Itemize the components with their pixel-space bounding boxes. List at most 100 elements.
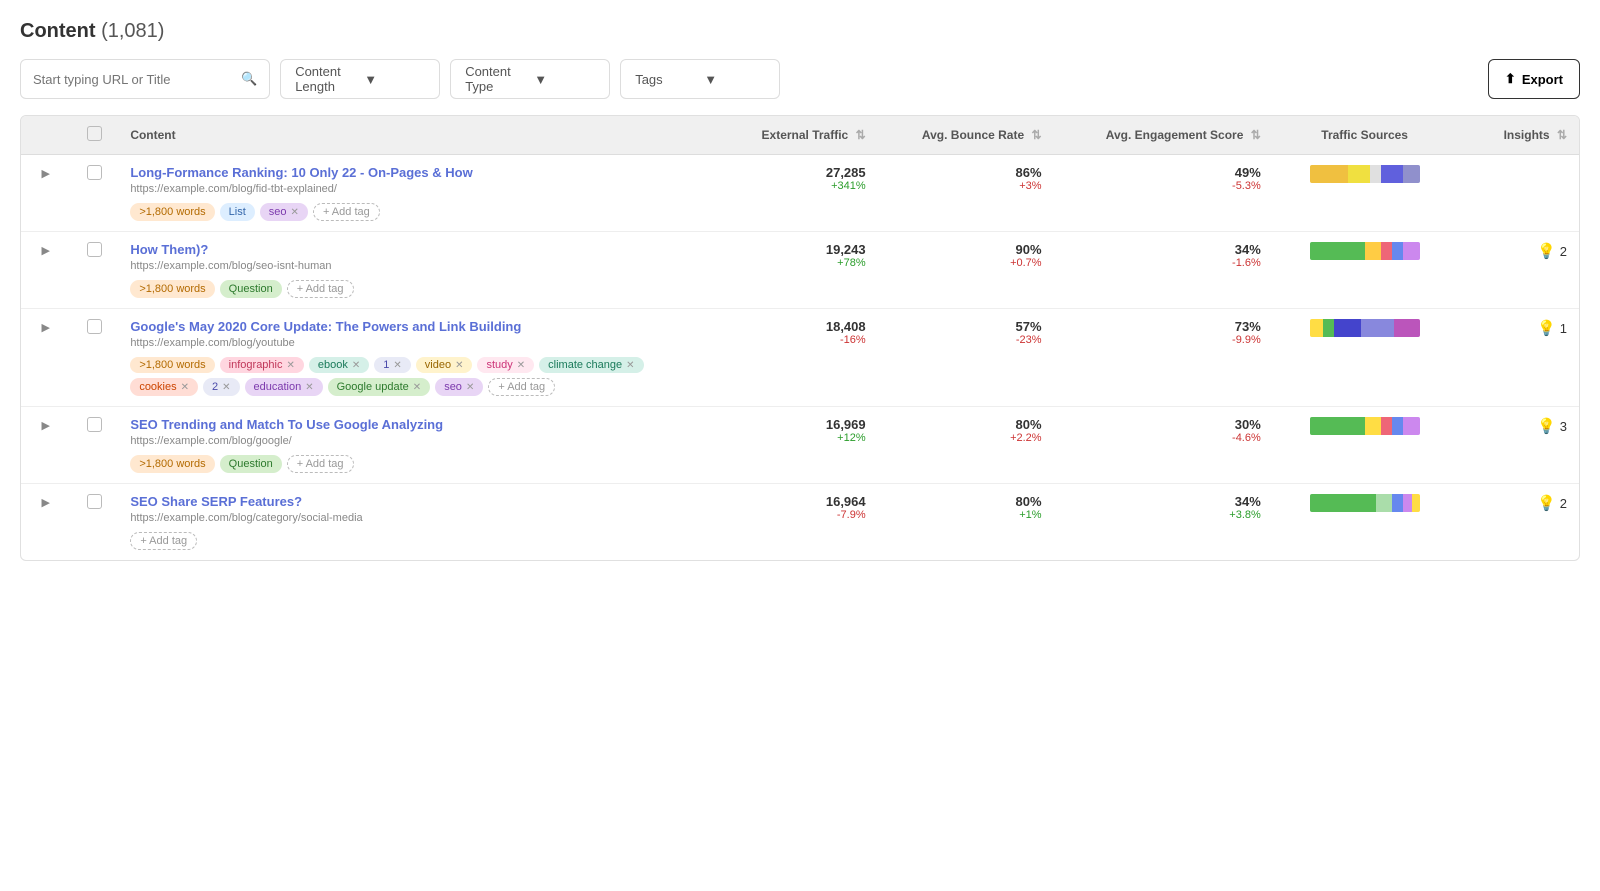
bounce-value: 90%	[890, 242, 1042, 257]
tag-remove-icon[interactable]: ✕	[393, 360, 401, 371]
engagement-value: 34%	[1066, 242, 1261, 257]
expand-button[interactable]: ▶	[38, 164, 54, 184]
row-checkbox[interactable]	[87, 242, 102, 257]
traffic-cell: 16,964 -7.9%	[706, 484, 877, 561]
tag-remove-icon[interactable]: ✕	[305, 382, 313, 393]
tag-remove-icon[interactable]: ✕	[413, 382, 421, 393]
tags-row: + Add tag	[130, 532, 694, 550]
add-tag-button[interactable]: + Add tag	[287, 455, 354, 473]
add-tag-button[interactable]: + Add tag	[313, 203, 380, 221]
content-type-dropdown[interactable]: Content Type ▼	[450, 59, 610, 99]
bounce-change: +1%	[890, 509, 1042, 521]
insights-count: 2	[1560, 244, 1567, 259]
content-title-link[interactable]: SEO Share SERP Features?	[130, 494, 302, 509]
export-button[interactable]: ⬆ Export	[1488, 59, 1580, 99]
expand-button[interactable]: ▶	[38, 241, 54, 261]
expand-cell: ▶	[21, 155, 71, 232]
check-cell	[71, 232, 119, 309]
expand-button[interactable]: ▶	[38, 416, 54, 436]
tag-seo: seo✕	[435, 378, 483, 396]
tag-list: List	[220, 203, 255, 221]
tag-remove-icon[interactable]: ✕	[466, 382, 474, 393]
traffic-value: 16,969	[718, 417, 865, 432]
content-title-link[interactable]: Google's May 2020 Core Update: The Power…	[130, 319, 521, 334]
col-insights-header[interactable]: Insights ⇅	[1456, 116, 1579, 155]
tag-remove-icon[interactable]: ✕	[455, 360, 463, 371]
table-row: ▶ SEO Share SERP Features? https://examp…	[21, 484, 1579, 561]
engagement-cell: 34% -1.6%	[1054, 232, 1273, 309]
content-title-link[interactable]: SEO Trending and Match To Use Google Ana…	[130, 417, 443, 432]
tags-dropdown[interactable]: Tags ▼	[620, 59, 780, 99]
tag-remove-icon[interactable]: ✕	[287, 360, 295, 371]
traffic-change: +341%	[718, 180, 865, 192]
bar-segment	[1392, 242, 1403, 260]
insights-cell: 💡 1	[1468, 319, 1567, 337]
tag-google: Google update✕	[328, 378, 431, 396]
content-title-link[interactable]: How Them)?	[130, 242, 208, 257]
bar-segment	[1310, 417, 1365, 435]
insights-count: 3	[1560, 419, 1567, 434]
row-checkbox[interactable]	[87, 319, 102, 334]
add-tag-button[interactable]: + Add tag	[130, 532, 197, 550]
traffic-bar	[1310, 242, 1420, 260]
sources-cell	[1273, 232, 1457, 309]
tag-remove-icon[interactable]: ✕	[291, 207, 299, 218]
bounce-value: 57%	[890, 319, 1042, 334]
content-title-link[interactable]: Long-Formance Ranking: 10 Only 22 - On-P…	[130, 165, 472, 180]
sources-cell	[1273, 155, 1457, 232]
table-row: ▶ SEO Trending and Match To Use Google A…	[21, 407, 1579, 484]
content-cell: Google's May 2020 Core Update: The Power…	[118, 309, 706, 407]
export-icon: ⬆	[1505, 71, 1516, 87]
select-all-checkbox[interactable]	[87, 126, 102, 141]
bulb-icon: 💡	[1537, 242, 1556, 260]
sort-icon: ⇅	[1032, 128, 1042, 142]
tag-climate: climate change✕	[539, 357, 643, 373]
bar-segment	[1403, 242, 1420, 260]
tag-remove-icon[interactable]: ✕	[517, 360, 525, 371]
tag-number: 2✕	[203, 378, 240, 396]
bar-segment	[1381, 417, 1392, 435]
tag-remove-icon[interactable]: ✕	[626, 360, 634, 371]
bounce-value: 80%	[890, 494, 1042, 509]
col-bounce-header[interactable]: Avg. Bounce Rate ⇅	[878, 116, 1054, 155]
tag-remove-icon[interactable]: ✕	[181, 382, 189, 393]
engagement-change: -1.6%	[1066, 257, 1261, 269]
row-checkbox[interactable]	[87, 165, 102, 180]
add-tag-button[interactable]: + Add tag	[287, 280, 354, 298]
content-cell: How Them)? https://example.com/blog/seo-…	[118, 232, 706, 309]
content-url: https://example.com/blog/category/social…	[130, 512, 694, 524]
tag-video: video✕	[416, 357, 473, 373]
col-engagement-header[interactable]: Avg. Engagement Score ⇅	[1054, 116, 1273, 155]
url-search-input[interactable]	[33, 72, 233, 87]
tag-education: education✕	[245, 378, 323, 396]
table-header: Content External Traffic ⇅ Avg. Bounce R…	[21, 116, 1579, 155]
bounce-change: +0.7%	[890, 257, 1042, 269]
expand-button[interactable]: ▶	[38, 318, 54, 338]
expand-cell: ▶	[21, 407, 71, 484]
insights-td: 💡 2	[1456, 484, 1579, 561]
chevron-down-icon: ▼	[364, 72, 425, 87]
traffic-change: -7.9%	[718, 509, 865, 521]
engagement-cell: 49% -5.3%	[1054, 155, 1273, 232]
bounce-cell: 57% -23%	[878, 309, 1054, 407]
check-cell	[71, 484, 119, 561]
traffic-bar	[1310, 165, 1420, 183]
tag-words: >1,800 words	[130, 357, 214, 373]
bar-segment	[1361, 319, 1394, 337]
sort-icon: ⇅	[1557, 128, 1567, 142]
content-length-dropdown[interactable]: Content Length ▼	[280, 59, 440, 99]
sources-cell	[1273, 484, 1457, 561]
chevron-down-icon: ▼	[704, 72, 765, 87]
row-checkbox[interactable]	[87, 494, 102, 509]
expand-button[interactable]: ▶	[38, 493, 54, 513]
add-tag-button[interactable]: + Add tag	[488, 378, 555, 396]
tag-remove-icon[interactable]: ✕	[352, 360, 360, 371]
col-traffic-header[interactable]: External Traffic ⇅	[706, 116, 877, 155]
tag-question: Question	[220, 280, 282, 298]
row-checkbox[interactable]	[87, 417, 102, 432]
bounce-value: 80%	[890, 417, 1042, 432]
traffic-value: 19,243	[718, 242, 865, 257]
sources-cell	[1273, 309, 1457, 407]
tag-remove-icon[interactable]: ✕	[222, 382, 230, 393]
sort-icon: ⇅	[1251, 128, 1261, 142]
